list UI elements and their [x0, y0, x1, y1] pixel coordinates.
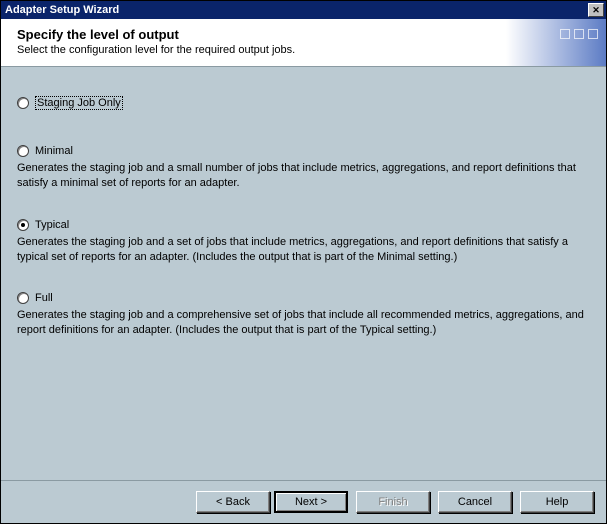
- wizard-header: Specify the level of output Select the c…: [1, 19, 606, 67]
- help-button[interactable]: Help: [520, 491, 594, 513]
- option-full: Full Generates the staging job and a com…: [17, 292, 590, 338]
- wizard-footer: < Back Next > Finish Cancel Help: [1, 480, 606, 523]
- nav-button-group: < Back Next >: [196, 491, 348, 513]
- option-typical: Typical Generates the staging job and a …: [17, 219, 590, 265]
- radio-full-label[interactable]: Full: [35, 292, 53, 304]
- radio-full[interactable]: [17, 292, 29, 304]
- desc-typical: Generates the staging job and a set of j…: [17, 235, 590, 265]
- header-gradient: [506, 19, 606, 66]
- window-title: Adapter Setup Wizard: [5, 4, 586, 16]
- radio-typical-label[interactable]: Typical: [35, 219, 69, 231]
- close-icon: ✕: [592, 5, 600, 16]
- option-staging: Staging Job Only: [17, 97, 590, 109]
- next-button[interactable]: Next >: [274, 491, 348, 513]
- radio-staging-label[interactable]: Staging Job Only: [35, 97, 123, 109]
- radio-minimal-label[interactable]: Minimal: [35, 145, 73, 157]
- desc-minimal: Generates the staging job and a small nu…: [17, 161, 590, 191]
- radio-typical[interactable]: [17, 219, 29, 231]
- titlebar: Adapter Setup Wizard ✕: [1, 1, 606, 19]
- radio-minimal[interactable]: [17, 145, 29, 157]
- header-decoration: [560, 29, 598, 39]
- radio-staging[interactable]: [17, 97, 29, 109]
- wizard-content: Staging Job Only Minimal Generates the s…: [1, 67, 606, 480]
- close-button[interactable]: ✕: [588, 3, 604, 17]
- option-minimal: Minimal Generates the staging job and a …: [17, 145, 590, 191]
- finish-button[interactable]: Finish: [356, 491, 430, 513]
- wizard-window: Adapter Setup Wizard ✕ Specify the level…: [0, 0, 607, 524]
- desc-full: Generates the staging job and a comprehe…: [17, 308, 590, 338]
- cancel-button[interactable]: Cancel: [438, 491, 512, 513]
- back-button[interactable]: < Back: [196, 491, 270, 513]
